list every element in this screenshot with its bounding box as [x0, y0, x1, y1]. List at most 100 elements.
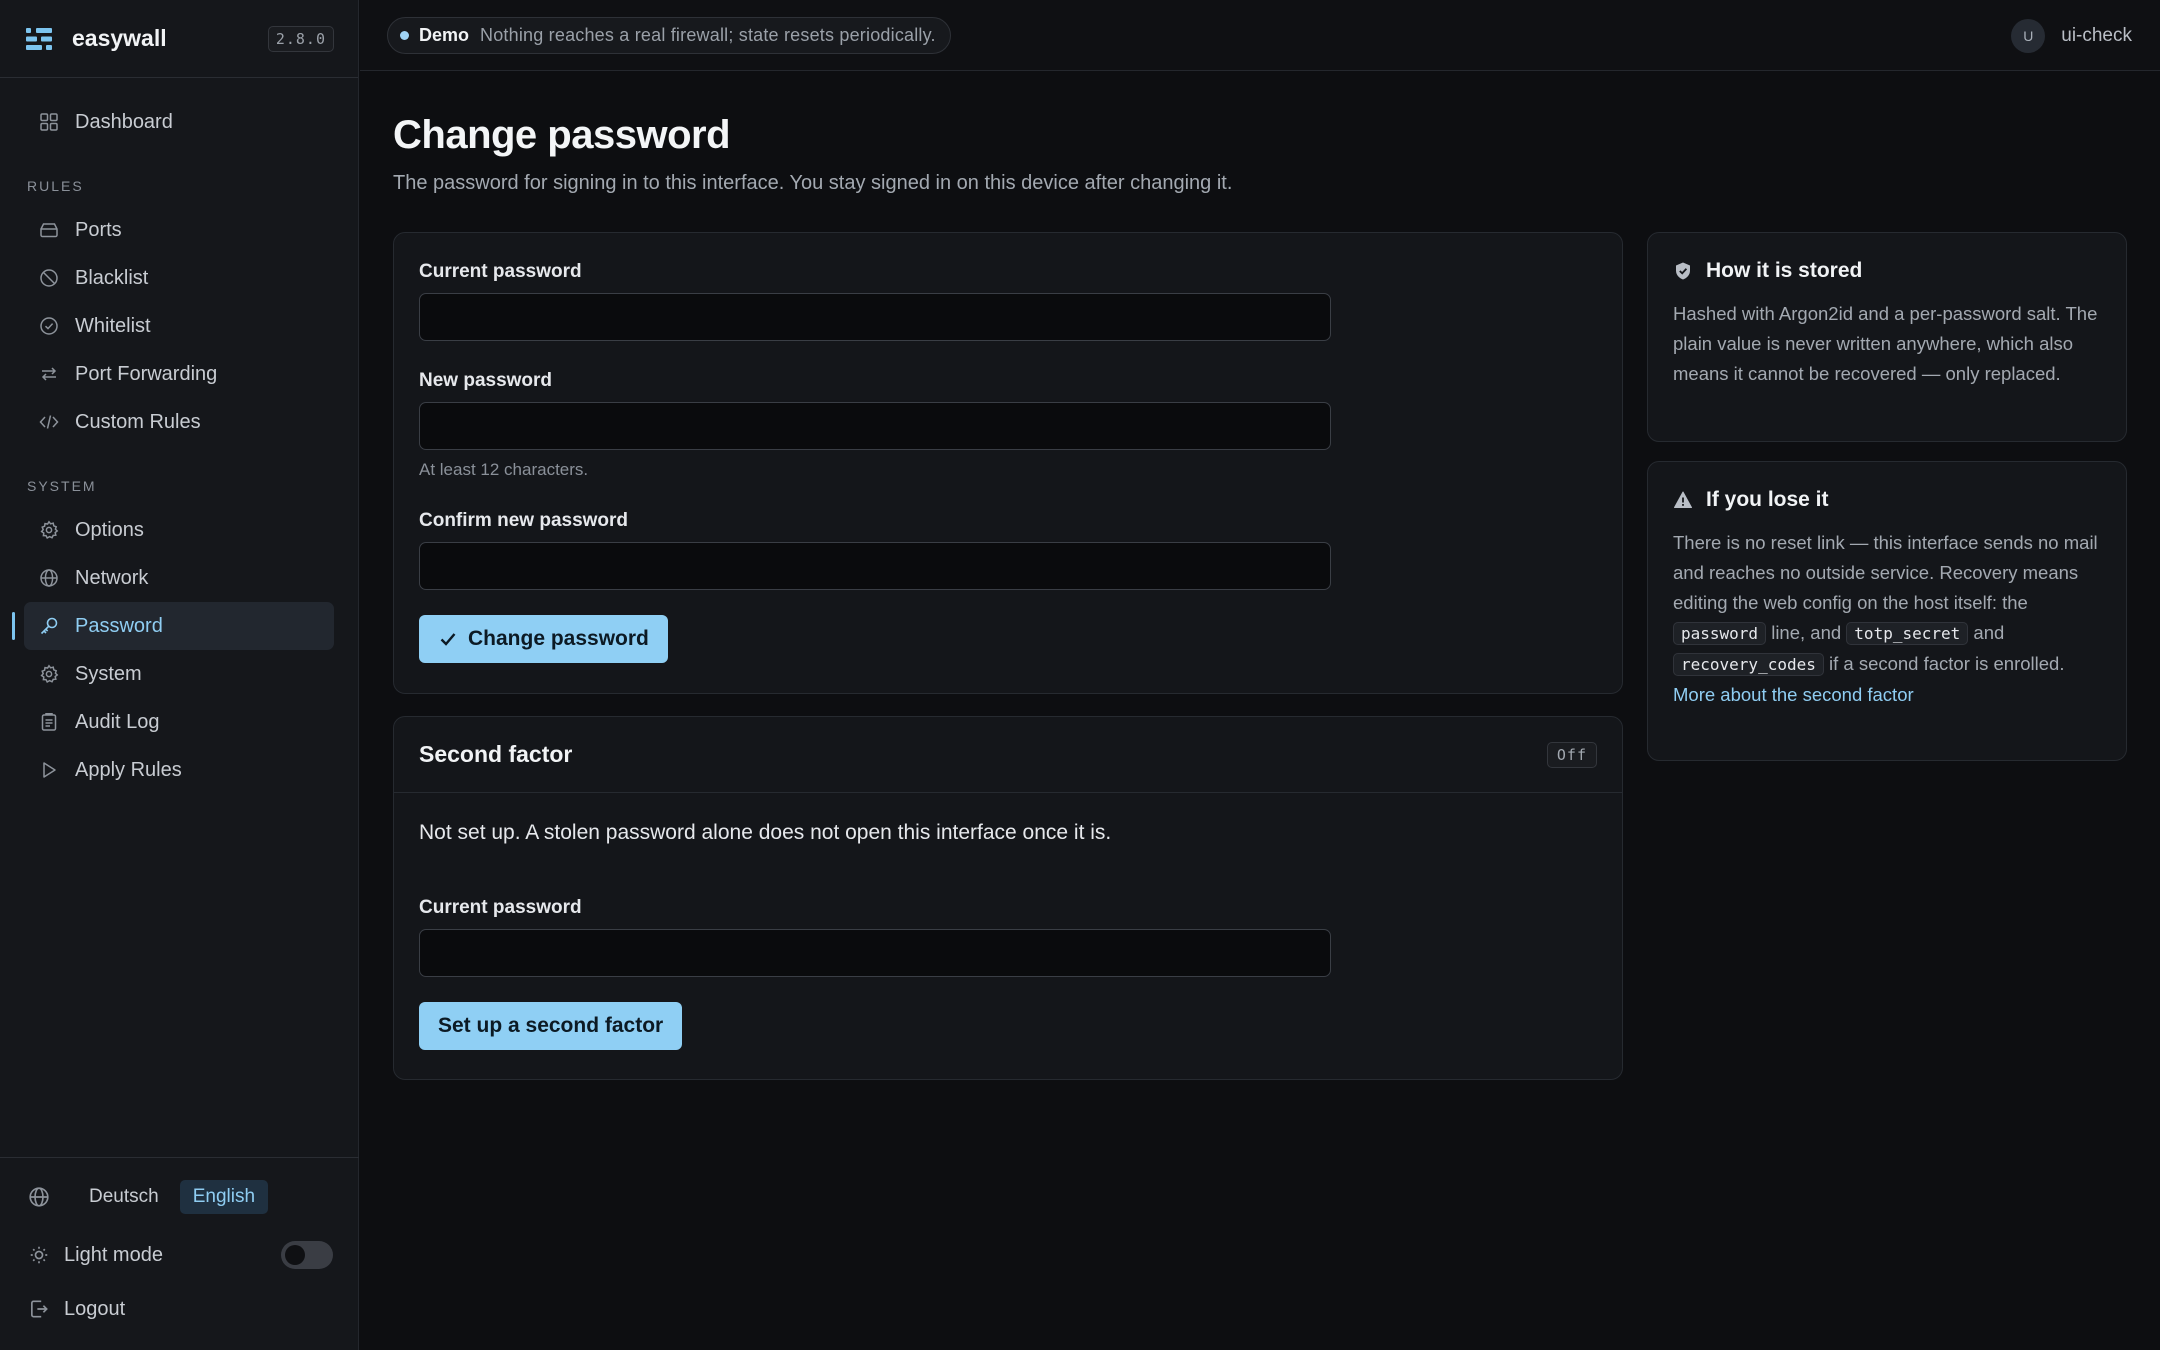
nav-label: Whitelist [75, 314, 151, 337]
second-factor-header: Second factor Off [394, 717, 1622, 793]
light-mode-label: Light mode [64, 1243, 163, 1266]
key-icon [40, 617, 58, 635]
check-icon [440, 633, 456, 646]
clipboard-icon [41, 713, 57, 731]
code-icon [39, 415, 59, 429]
app-name[interactable]: easywall [72, 25, 268, 52]
nav-label: Options [75, 518, 144, 541]
if-lose-card: If you lose it There is no reset link — … [1647, 461, 2127, 761]
nav-item-options[interactable]: Options [24, 506, 334, 554]
nav-item-password[interactable]: Password [12, 602, 334, 650]
nav-label: Custom Rules [75, 410, 201, 433]
check-circle-icon [40, 317, 58, 335]
nav-label: Password [75, 614, 163, 637]
second-factor-card: Second factor Off Not set up. A stolen p… [393, 716, 1623, 1080]
setup-second-factor-button[interactable]: Set up a second factor [419, 1002, 683, 1050]
new-password-hint: At least 12 characters. [419, 460, 589, 479]
nav-item-apply-rules[interactable]: Apply Rules [24, 746, 334, 794]
second-factor-current-password-label: Current password [419, 897, 582, 918]
nav-label: Blacklist [75, 266, 149, 289]
nav-label: Port Forwarding [75, 362, 218, 385]
firewall-logo-icon [26, 27, 52, 50]
warning-icon [1674, 491, 1692, 508]
current-password-label: Current password [419, 261, 582, 282]
status-badge: Off [1546, 741, 1597, 768]
how-stored-body: Hashed with Argon2id and a per-password … [1673, 303, 2098, 384]
globe-icon [29, 1187, 49, 1207]
username: ui-check [2061, 25, 2132, 46]
gear-icon [40, 664, 59, 684]
change-password-button-label: Change password [468, 627, 649, 650]
nav-label: System [75, 662, 142, 685]
avatar: U [2011, 19, 2046, 53]
new-password-label: New password [419, 370, 553, 391]
nav-item-port-forwarding[interactable]: Port Forwarding [24, 350, 334, 398]
second-factor-help-link[interactable]: More about the second factor [1673, 684, 1914, 705]
how-stored-title: How it is stored [1706, 259, 1863, 282]
logout-icon [31, 1300, 48, 1318]
second-factor-description: Not set up. A stolen password alone does… [419, 821, 1112, 844]
brand: easywall 2.8.0 [0, 0, 358, 78]
code-totp-secret: totp_secret [1846, 622, 1969, 645]
toggle-knob [285, 1245, 305, 1265]
demo-tag: Demo [419, 25, 470, 45]
nav-label: Audit Log [75, 710, 160, 733]
gear-icon [40, 520, 59, 540]
nav-item-blacklist[interactable]: Blacklist [24, 254, 334, 302]
second-factor-current-password-input[interactable] [419, 929, 1331, 977]
nav-section-system: SYSTEM [27, 478, 97, 494]
status-dot [400, 31, 409, 40]
light-mode-toggle[interactable] [281, 1241, 333, 1269]
nav-label: Ports [75, 218, 122, 241]
logout-button[interactable]: Logout [24, 1290, 335, 1328]
confirm-password-input[interactable] [419, 542, 1331, 590]
page-subtitle: The password for signing in to this inte… [393, 172, 1233, 194]
nav-item-whitelist[interactable]: Whitelist [24, 302, 334, 350]
play-icon [43, 762, 56, 778]
confirm-password-label: Confirm new password [419, 510, 629, 531]
grid-icon [40, 113, 58, 131]
language-option-deutsch[interactable]: Deutsch [76, 1180, 172, 1214]
sidebar-footer: Deutsch English Light mode Logout [0, 1157, 359, 1350]
change-password-card: Current password New password At least 1… [393, 232, 1623, 694]
nav-label: Dashboard [75, 110, 173, 133]
sidebar: easywall 2.8.0 Dashboard RULES Ports Bla… [0, 0, 359, 1350]
demo-message: Nothing reaches a real firewall; state r… [480, 25, 936, 45]
page-title: Change password [393, 113, 731, 157]
nav-item-system[interactable]: System [24, 650, 334, 698]
language-switcher: Deutsch English [24, 1178, 335, 1216]
ban-icon [40, 269, 58, 287]
topbar: Demo Nothing reaches a real firewall; st… [360, 0, 2160, 71]
nav-item-dashboard[interactable]: Dashboard [24, 98, 334, 146]
nav-item-ports[interactable]: Ports [24, 206, 334, 254]
language-option-english[interactable]: English [179, 1180, 269, 1214]
arrows-swap-icon [41, 367, 57, 381]
if-lose-text-1: There is no reset link — this interface … [1673, 532, 2098, 613]
if-lose-text-3: and [1973, 622, 2005, 643]
light-mode-row: Light mode [24, 1236, 335, 1274]
if-lose-text-4: if a second factor is enrolled. [1829, 653, 2065, 674]
nav-item-custom-rules[interactable]: Custom Rules [24, 398, 334, 446]
globe-icon [40, 569, 58, 587]
sun-icon [30, 1246, 48, 1264]
change-password-button[interactable]: Change password [419, 615, 668, 663]
how-stored-card: How it is stored Hashed with Argon2id an… [1647, 232, 2127, 442]
setup-second-factor-label: Set up a second factor [438, 1014, 664, 1037]
nav-label: Apply Rules [75, 758, 182, 781]
server-icon [40, 223, 58, 238]
main-content: Change password The password for signing… [393, 71, 2127, 195]
demo-banner: Demo Nothing reaches a real firewall; st… [387, 17, 951, 54]
new-password-input[interactable] [419, 402, 1331, 450]
nav-item-network[interactable]: Network [24, 554, 334, 602]
second-factor-title: Second factor [419, 741, 573, 767]
current-password-input[interactable] [419, 293, 1331, 341]
code-password: password [1673, 622, 1767, 645]
nav-item-audit-log[interactable]: Audit Log [24, 698, 334, 746]
logout-label: Logout [64, 1297, 126, 1320]
user-menu[interactable]: U ui-check [2011, 18, 2132, 54]
version-badge: 2.8.0 [267, 25, 334, 52]
main-nav: Dashboard RULES Ports Blacklist Whitelis… [0, 78, 358, 794]
nav-section-rules: RULES [27, 178, 84, 194]
code-recovery-codes: recovery_codes [1673, 653, 1824, 676]
shield-check-icon [1676, 262, 1690, 280]
